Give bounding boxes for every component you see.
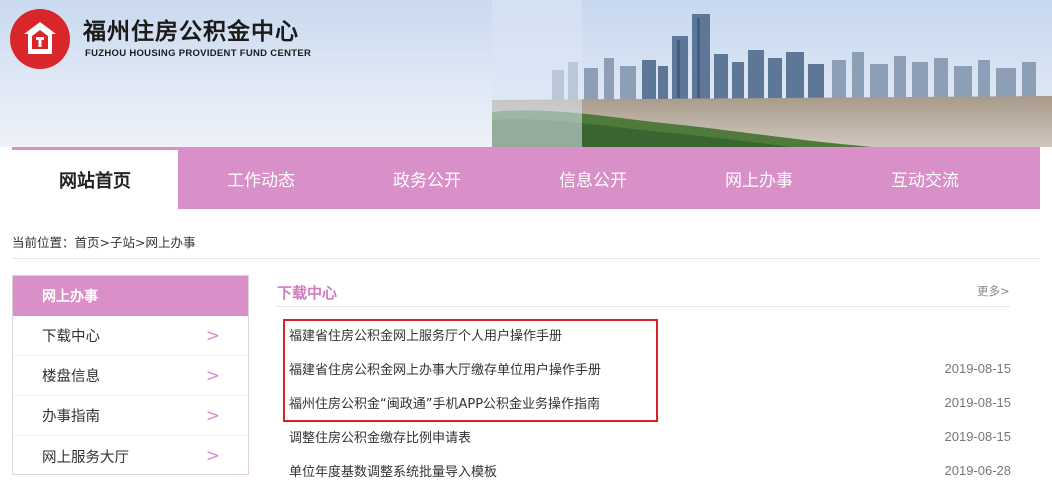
sidebar-item-label: 下载中心 <box>42 329 100 345</box>
breadcrumb-prefix: 当前位置： <box>12 235 75 250</box>
site-title: 福州住房公积金中心 <box>83 19 299 45</box>
breadcrumb-current-link[interactable]: 网上办事 <box>146 235 196 250</box>
chevron-right-icon: > <box>205 446 220 466</box>
breadcrumb-separator: > <box>135 235 146 250</box>
sidebar-item-online-service-hall[interactable]: 网上服务大厅 > <box>13 436 248 476</box>
sidebar-item-download-center[interactable]: 下载中心 > <box>13 316 248 356</box>
document-link[interactable]: 单位年度基数调整系统批量导入模板 <box>289 461 497 480</box>
sidebar-item-label: 楼盘信息 <box>42 369 100 385</box>
list-item: 福州住房公积金“闽政通”手机APP公积金业务操作指南 2019-08-15 <box>289 385 1011 419</box>
main-nav: 网站首页 工作动态 政务公开 信息公开 网上办事 互动交流 <box>12 147 1040 209</box>
sidebar-header: 网上办事 <box>13 276 248 316</box>
document-date: 2019-06-28 <box>944 462 1012 478</box>
document-date: 2019-08-15 <box>944 360 1012 376</box>
section-title: 下载中心 <box>277 284 338 302</box>
chevron-right-icon: > <box>205 325 220 346</box>
list-item: 单位年度基数调整系统批量导入模板 2019-06-28 <box>289 453 1011 484</box>
list-item: 调整住房公积金缴存比例申请表 2019-08-15 <box>289 419 1011 453</box>
document-date: 2019-08-15 <box>944 394 1012 410</box>
breadcrumb-separator: > <box>99 235 111 250</box>
sidebar-item-label: 办事指南 <box>42 409 100 425</box>
document-link[interactable]: 福州住房公积金“闽政通”手机APP公积金业务操作指南 <box>289 393 600 412</box>
nav-item-work-news[interactable]: 工作动态 <box>178 147 344 209</box>
nav-item-interaction[interactable]: 互动交流 <box>842 147 1008 209</box>
city-skyline-banner <box>492 0 1052 147</box>
breadcrumb-home-link[interactable]: 首页 <box>75 235 100 250</box>
site-subtitle: FUZHOU HOUSING PROVIDENT FUND CENTER <box>85 48 312 59</box>
list-item: 福建省住房公积金网上办事大厅缴存单位用户操作手册 2019-08-15 <box>289 351 1011 385</box>
document-date: 2019-08-15 <box>944 428 1012 444</box>
document-list: 福建省住房公积金网上服务厅个人用户操作手册 福建省住房公积金网上办事大厅缴存单位… <box>289 317 1011 484</box>
divider <box>12 258 1040 259</box>
chevron-right-icon: > <box>205 365 220 386</box>
chevron-right-icon: > <box>205 405 220 426</box>
breadcrumb-substation-link[interactable]: 子站 <box>110 235 135 250</box>
sidebar-item-service-guide[interactable]: 办事指南 > <box>13 396 248 436</box>
list-item: 福建省住房公积金网上服务厅个人用户操作手册 <box>289 317 1011 351</box>
nav-item-online-services[interactable]: 网上办事 <box>676 147 842 209</box>
more-link[interactable]: 更多> <box>977 283 1010 299</box>
logo[interactable] <box>10 9 70 69</box>
nav-item-government-affairs[interactable]: 政务公开 <box>344 147 510 209</box>
document-link[interactable]: 福建省住房公积金网上服务厅个人用户操作手册 <box>289 325 562 344</box>
sidebar-item-property-info[interactable]: 楼盘信息 > <box>13 356 248 396</box>
nav-item-home[interactable]: 网站首页 <box>12 147 178 209</box>
nav-item-information-disclosure[interactable]: 信息公开 <box>510 147 676 209</box>
breadcrumb: 当前位置：首页>子站>网上办事 <box>12 232 196 251</box>
sidebar: 网上办事 下载中心 > 楼盘信息 > 办事指南 > 网上服务大厅 > <box>12 275 249 475</box>
document-link[interactable]: 调整住房公积金缴存比例申请表 <box>289 427 471 446</box>
house-shield-icon <box>24 22 56 54</box>
divider <box>276 306 1010 307</box>
document-link[interactable]: 福建省住房公积金网上办事大厅缴存单位用户操作手册 <box>289 359 601 378</box>
site-header: 福州住房公积金中心 FUZHOU HOUSING PROVIDENT FUND … <box>0 0 1052 147</box>
sidebar-item-label: 网上服务大厅 <box>42 449 129 466</box>
